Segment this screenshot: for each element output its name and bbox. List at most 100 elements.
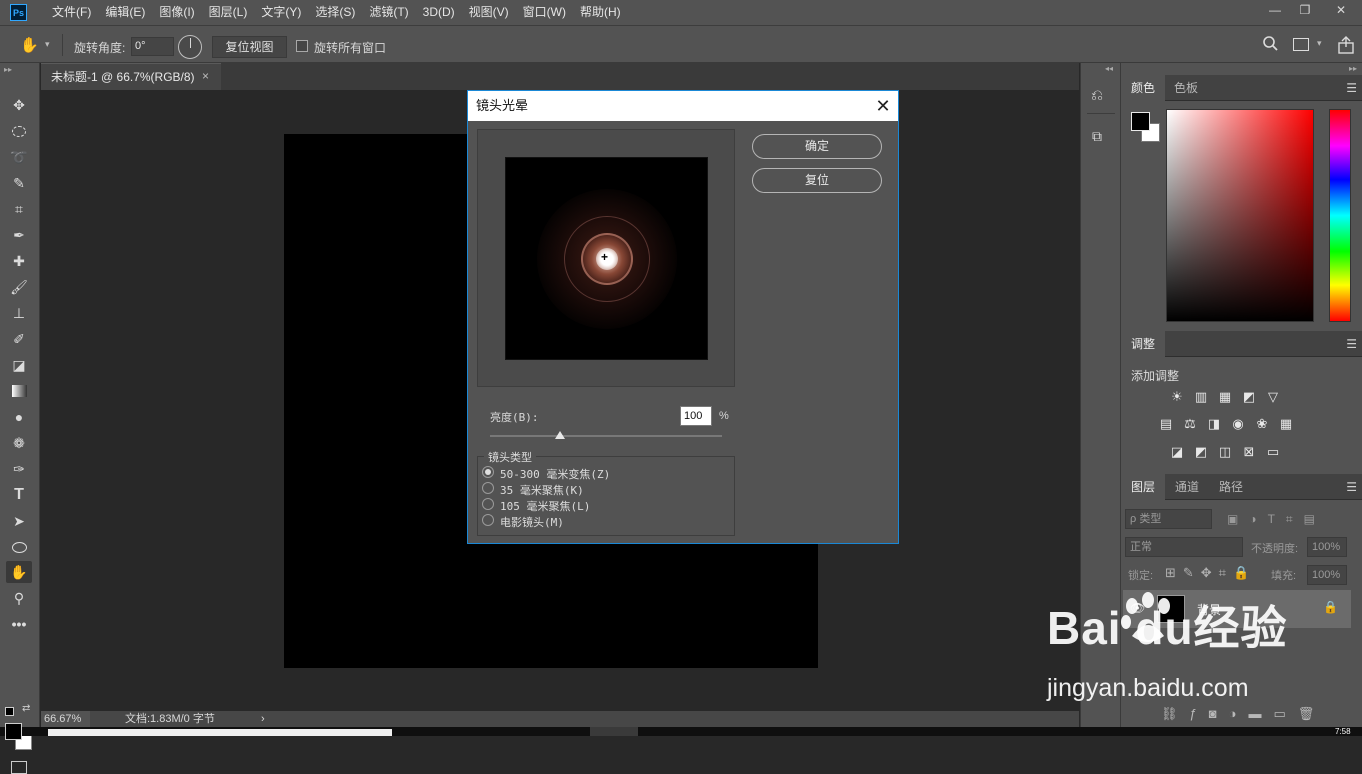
share-icon[interactable]: [1337, 36, 1355, 54]
lasso-tool-icon[interactable]: ➰: [6, 146, 32, 168]
lens-radio-50-300[interactable]: [482, 466, 494, 478]
quick-selection-tool-icon[interactable]: ✎: [6, 172, 32, 194]
collapse-icon[interactable]: ◂◂: [1105, 64, 1113, 73]
move-tool-icon[interactable]: ✥: [6, 94, 32, 116]
panel-menu-icon[interactable]: ☰: [1346, 480, 1357, 494]
lock-icons[interactable]: ⊞✎✥⌗🔒: [1165, 565, 1256, 581]
status-menu-arrow[interactable]: ›: [261, 711, 265, 727]
brightness-input[interactable]: 100: [680, 406, 712, 426]
menu-image[interactable]: 图像(I): [152, 0, 201, 25]
black-white-icon[interactable]: ◨: [1206, 416, 1222, 431]
workspace-icon[interactable]: [1293, 38, 1309, 51]
properties-panel-icon[interactable]: ⧉: [1092, 128, 1102, 145]
ok-button[interactable]: 确定: [752, 134, 882, 159]
layer-filter-icons[interactable]: ▣◑T⌗▤: [1227, 512, 1326, 527]
flare-crosshair-icon[interactable]: +: [601, 250, 608, 264]
close-tab-icon[interactable]: ×: [202, 63, 209, 90]
rotate-angle-dial[interactable]: [178, 35, 202, 59]
menu-edit[interactable]: 编辑(E): [98, 0, 152, 25]
opacity-field[interactable]: 100%: [1307, 537, 1347, 557]
reset-view-button[interactable]: 复位视图: [212, 36, 287, 58]
photo-filter-icon[interactable]: ◉: [1230, 416, 1246, 431]
minimize-button[interactable]: —: [1260, 0, 1290, 20]
history-panel-icon[interactable]: ⎌: [1091, 87, 1103, 104]
document-tab[interactable]: 未标题-1 @ 66.7%(RGB/8): [41, 63, 221, 90]
threshold-icon[interactable]: ◫: [1217, 444, 1233, 459]
flare-preview[interactable]: +: [505, 157, 708, 360]
crop-tool-icon[interactable]: ⌗: [6, 198, 32, 220]
chevron-down-icon[interactable]: ▾: [45, 39, 50, 50]
menu-help[interactable]: 帮助(H): [573, 0, 628, 25]
lens-radio-movie[interactable]: [482, 514, 494, 526]
lens-radio-105[interactable]: [482, 498, 494, 510]
rotate-view-tool-icon[interactable]: ✋: [6, 561, 32, 583]
brightness-icon[interactable]: ☀: [1169, 389, 1185, 404]
default-colors-icon[interactable]: [5, 707, 14, 716]
pen-tool-icon[interactable]: ✑: [6, 458, 32, 480]
menu-window[interactable]: 窗口(W): [516, 0, 573, 25]
swap-colors-icon[interactable]: ⇄: [22, 703, 30, 714]
quick-mask-icon[interactable]: [11, 761, 27, 774]
curves-icon[interactable]: ▦: [1217, 389, 1233, 404]
tab-color[interactable]: 颜色: [1121, 75, 1166, 101]
menu-type[interactable]: 文字(Y): [254, 0, 308, 25]
tab-adjustments[interactable]: 调整: [1121, 331, 1166, 357]
rotate-view-icon[interactable]: ✋: [20, 36, 44, 54]
tab-paths[interactable]: 路径: [1209, 474, 1253, 500]
zoom-level-field[interactable]: 66.67%: [41, 711, 90, 727]
posterize-icon[interactable]: ◩: [1193, 444, 1209, 459]
brightness-slider-track[interactable]: [490, 435, 722, 437]
panel-menu-icon[interactable]: ☰: [1346, 81, 1357, 95]
menu-file[interactable]: 文件(F): [45, 0, 98, 25]
rotate-angle-input[interactable]: 0°: [131, 37, 174, 56]
dialog-close-icon[interactable]: ✕: [868, 91, 898, 121]
eyedropper-tool-icon[interactable]: ✒: [6, 224, 32, 246]
history-brush-tool-icon[interactable]: ✐: [6, 328, 32, 350]
brush-tool-icon[interactable]: 🖌: [6, 276, 32, 298]
stamp-tool-icon[interactable]: ⊥: [6, 302, 32, 324]
eraser-tool-icon[interactable]: ◪: [6, 354, 32, 376]
more-tools-icon[interactable]: •••: [6, 613, 32, 635]
menu-3d[interactable]: 3D(D): [416, 0, 462, 25]
tab-layers[interactable]: 图层: [1121, 474, 1166, 500]
restore-button[interactable]: ❐: [1290, 0, 1320, 20]
fill-field[interactable]: 100%: [1307, 565, 1347, 585]
search-icon[interactable]: [1262, 35, 1280, 53]
rotate-all-windows-checkbox[interactable]: [296, 40, 308, 52]
levels-icon[interactable]: ▥: [1193, 389, 1209, 404]
collapse-icon[interactable]: ▸▸: [1349, 64, 1357, 73]
layer-filter-select[interactable]: ρ 类型: [1125, 509, 1212, 529]
invert-icon[interactable]: ◪: [1169, 444, 1185, 459]
menu-select[interactable]: 选择(S): [308, 0, 362, 25]
gradient-tool-icon[interactable]: [6, 380, 32, 402]
dodge-tool-icon[interactable]: ❁: [6, 432, 32, 454]
layers-footer-icons[interactable]: ⛓ƒ◙◑▬▭🗑: [1161, 706, 1326, 722]
collapse-icon[interactable]: ▸▸: [4, 65, 12, 74]
gradient-map-icon[interactable]: ▭: [1265, 444, 1281, 459]
hue-slider[interactable]: [1329, 109, 1351, 322]
selective-color-icon[interactable]: ⊠: [1241, 444, 1257, 459]
menu-layer[interactable]: 图层(L): [202, 0, 255, 25]
exposure-icon[interactable]: ◩: [1241, 389, 1257, 404]
zoom-tool-icon[interactable]: ⚲: [6, 587, 32, 609]
taskbar-app-button[interactable]: [590, 727, 638, 736]
ellipse-tool-icon[interactable]: [6, 536, 32, 558]
vibrance-icon[interactable]: ▽: [1265, 389, 1281, 404]
close-window-button[interactable]: ✕: [1326, 0, 1356, 20]
hue-saturation-icon[interactable]: ▤: [1158, 416, 1174, 431]
blur-tool-icon[interactable]: ●: [6, 406, 32, 428]
marquee-tool-icon[interactable]: [6, 120, 32, 142]
channel-mixer-icon[interactable]: ❀: [1254, 416, 1270, 431]
panel-menu-icon[interactable]: ☰: [1346, 337, 1357, 351]
tab-channels[interactable]: 通道: [1165, 474, 1209, 500]
menu-view[interactable]: 视图(V): [462, 0, 516, 25]
menu-filter[interactable]: 滤镜(T): [362, 0, 415, 25]
chevron-down-icon[interactable]: ▾: [1317, 38, 1322, 49]
taskbar-search-box[interactable]: [48, 729, 392, 736]
brightness-slider-thumb[interactable]: [554, 431, 565, 439]
type-tool-icon[interactable]: T: [6, 484, 32, 506]
reset-button[interactable]: 复位: [752, 168, 882, 193]
lens-radio-35[interactable]: [482, 482, 494, 494]
healing-brush-tool-icon[interactable]: ✚: [6, 250, 32, 272]
color-field[interactable]: [1166, 109, 1314, 322]
